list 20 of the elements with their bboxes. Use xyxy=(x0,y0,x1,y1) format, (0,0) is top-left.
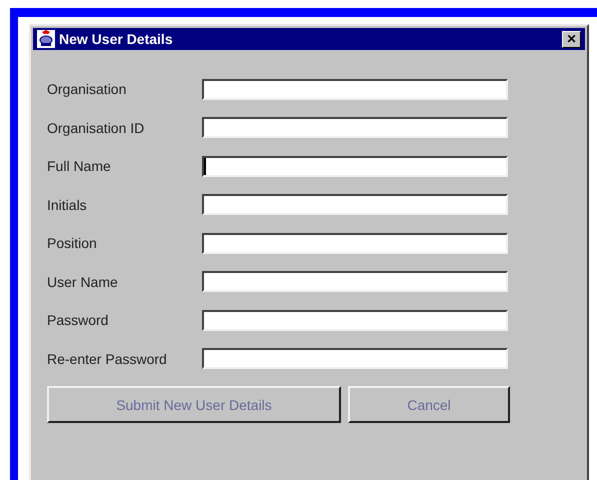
input-field[interactable] xyxy=(202,232,508,254)
field-label: Initials xyxy=(47,196,88,213)
input-field[interactable] xyxy=(202,194,508,216)
field-label: Organisation ID xyxy=(47,120,146,136)
field-label: User Name xyxy=(47,274,119,290)
field-label: Re-enter Password xyxy=(47,350,168,367)
field-label: Full Name xyxy=(47,158,112,174)
cancel-button[interactable]: Cancel xyxy=(348,386,510,423)
input-field[interactable] xyxy=(202,117,508,138)
field-label: Position xyxy=(47,235,98,252)
input-field[interactable] xyxy=(202,156,508,177)
input-field[interactable] xyxy=(202,310,508,331)
input-field[interactable] xyxy=(202,78,508,100)
field-label: Organisation xyxy=(47,81,128,98)
field-label: Password xyxy=(47,312,110,328)
input-field[interactable] xyxy=(202,271,508,292)
input-field[interactable] xyxy=(202,348,508,370)
submit-button[interactable]: Submit New User Details xyxy=(47,386,341,423)
close-button[interactable]: ✕ xyxy=(562,30,581,48)
window-title: New User Details xyxy=(59,31,174,47)
